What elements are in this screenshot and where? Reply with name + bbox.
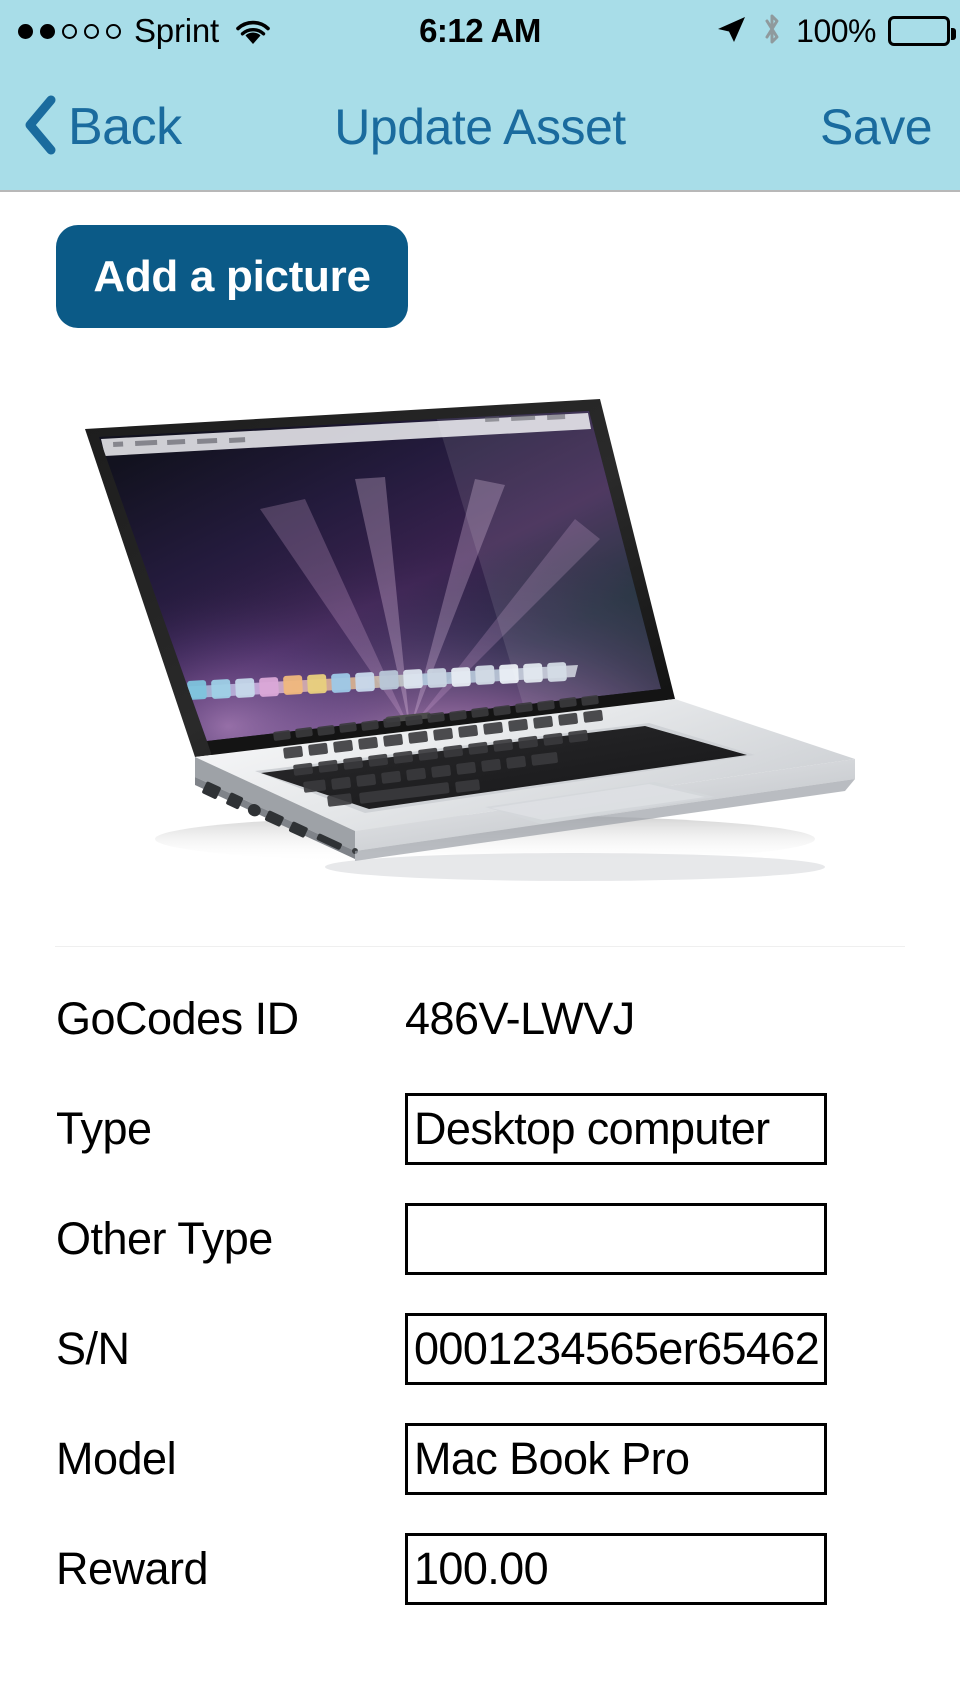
form-row-model: Model: [0, 1404, 960, 1514]
page-title: Update Asset: [334, 99, 626, 155]
form-row-gocodes-id: GoCodes ID 486V-LWVJ: [0, 964, 960, 1074]
model-input[interactable]: [405, 1423, 827, 1495]
battery-percent-label: 100%: [796, 12, 876, 49]
navigation-bar: Back Update Asset Save: [0, 62, 960, 192]
form-row-type: Type: [0, 1074, 960, 1184]
type-input[interactable]: [405, 1093, 827, 1165]
field-box-reward: [405, 1533, 827, 1605]
location-arrow-icon: [714, 13, 748, 50]
form-row-reward: Reward: [0, 1514, 960, 1624]
reward-input[interactable]: [405, 1533, 827, 1605]
field-label-reward: Reward: [56, 1543, 209, 1594]
status-bar-right: 100%: [714, 0, 956, 62]
bluetooth-icon: [760, 11, 784, 52]
field-label-model: Model: [56, 1433, 177, 1484]
content-area: Add a picture GoCodes ID 486V-LWVJ Type …: [0, 194, 960, 1704]
field-label-type: Type: [56, 1103, 152, 1154]
battery-icon: [888, 16, 956, 46]
field-label-serial-number: S/N: [56, 1323, 130, 1374]
other-type-input[interactable]: [405, 1203, 827, 1275]
field-box-serial-number: [405, 1313, 827, 1385]
phone-screen: Sprint 6:12 AM 100% Back Update Asset Sa…: [0, 0, 960, 1704]
field-box-model: [405, 1423, 827, 1495]
field-label-other-type: Other Type: [56, 1213, 273, 1264]
field-box-type: [405, 1093, 827, 1165]
section-divider: [55, 946, 905, 947]
serial-number-input[interactable]: [405, 1313, 827, 1385]
save-button[interactable]: Save: [820, 62, 932, 192]
form-row-other-type: Other Type: [0, 1184, 960, 1294]
clock-label: 6:12 AM: [419, 12, 541, 49]
add-picture-button[interactable]: Add a picture: [56, 225, 408, 328]
status-bar: Sprint 6:12 AM 100%: [0, 0, 960, 62]
asset-form: GoCodes ID 486V-LWVJ Type Other Type S/N: [0, 964, 960, 1624]
form-row-serial-number: S/N: [0, 1294, 960, 1404]
asset-photo[interactable]: [55, 399, 855, 899]
field-label-gocodes-id: GoCodes ID: [56, 993, 299, 1044]
field-value-gocodes-id: 486V-LWVJ: [405, 993, 635, 1044]
field-box-other-type: [405, 1203, 827, 1275]
